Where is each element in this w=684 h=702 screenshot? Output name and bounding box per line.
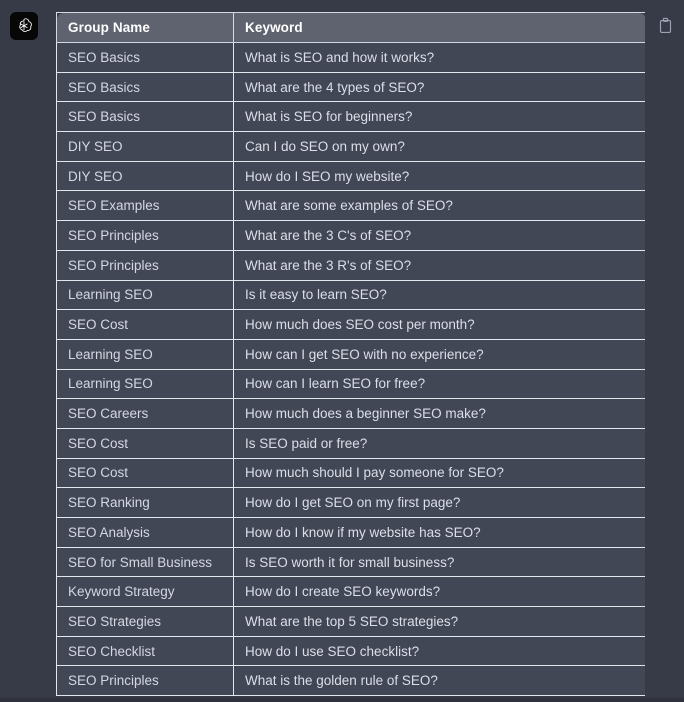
table-row: SEO Cost How much does SEO cost per month… — [56, 309, 645, 340]
cell-group-name: Learning SEO — [56, 279, 234, 311]
cell-keyword: How do I know if my website has SEO? — [233, 517, 645, 548]
table-row: SEO Basics What are the 4 types of SEO? — [56, 71, 645, 103]
table-row: SEO Cost Is SEO paid or free? — [56, 427, 645, 459]
cell-group-name: DIY SEO — [56, 160, 234, 192]
cell-keyword: How do I SEO my website? — [233, 160, 645, 192]
cell-keyword: How can I get SEO with no experience? — [233, 338, 645, 370]
cell-group-name: SEO Examples — [56, 190, 234, 222]
table-row: DIY SEO Can I do SEO on my own? — [56, 131, 645, 162]
keyword-table-scroll-area[interactable]: Group Name Keyword SEO Basics What is SEO… — [56, 12, 645, 702]
cell-group-name: SEO for Small Business — [56, 546, 234, 578]
column-header-group-name[interactable]: Group Name — [56, 12, 234, 43]
cell-keyword: What are some examples of SEO? — [233, 190, 645, 222]
table-row: Keyword Strategy How do I create SEO keyw… — [56, 576, 645, 608]
cell-keyword: What are the top 5 SEO strategies? — [233, 606, 645, 637]
cell-group-name: SEO Strategies — [56, 606, 234, 637]
cell-group-name: SEO Principles — [56, 665, 234, 697]
cell-group-name: Learning SEO — [56, 368, 234, 400]
table-row: Learning SEO How can I get SEO with no ex… — [56, 338, 645, 370]
table-row: SEO Cost How much should I pay someone fo… — [56, 457, 645, 489]
table-row: SEO Checklist How do I use SEO checklist? — [56, 635, 645, 667]
table-row: SEO Strategies What are the top 5 SEO str… — [56, 606, 645, 637]
cell-group-name: DIY SEO — [56, 131, 234, 162]
cell-group-name: SEO Basics — [56, 101, 234, 133]
cell-keyword: Can I do SEO on my own? — [233, 131, 645, 162]
viewport-bottom-edge — [0, 698, 684, 702]
cell-keyword: How much should I pay someone for SEO? — [233, 457, 645, 489]
cell-keyword: What is SEO and how it works? — [233, 42, 645, 73]
cell-group-name: SEO Cost — [56, 457, 234, 489]
table-header: Group Name Keyword — [56, 12, 645, 43]
column-header-keyword[interactable]: Keyword — [233, 12, 645, 43]
cell-keyword: Is it easy to learn SEO? — [233, 279, 645, 311]
cell-keyword: Is SEO worth it for small business? — [233, 546, 645, 578]
chat-message-container: Group Name Keyword SEO Basics What is SEO… — [0, 0, 684, 702]
cell-group-name: SEO Checklist — [56, 635, 234, 667]
cell-keyword: How can I learn SEO for free? — [233, 368, 645, 400]
table-header-row: Group Name Keyword — [56, 12, 645, 43]
table-row: SEO Principles What are the 3 R's of SEO? — [56, 249, 645, 281]
openai-logo-icon — [10, 12, 38, 40]
table-body: SEO Basics What is SEO and how it works? S… — [56, 42, 645, 697]
table-row: SEO Analysis How do I know if my website … — [56, 517, 645, 548]
cell-group-name: SEO Principles — [56, 220, 234, 251]
table-row: SEO Basics What is SEO and how it works? — [56, 42, 645, 73]
cell-keyword: What is SEO for beginners? — [233, 101, 645, 133]
cell-keyword: What are the 3 R's of SEO? — [233, 249, 645, 281]
cell-group-name: SEO Basics — [56, 42, 234, 73]
cell-group-name: SEO Principles — [56, 249, 234, 281]
cell-keyword: How much does SEO cost per month? — [233, 309, 645, 340]
cell-group-name: SEO Cost — [56, 309, 234, 340]
cell-keyword: How do I create SEO keywords? — [233, 576, 645, 608]
table-row: SEO Ranking How do I get SEO on my first … — [56, 487, 645, 518]
table-row: DIY SEO How do I SEO my website? — [56, 160, 645, 192]
table-row: SEO for Small Business Is SEO worth it fo… — [56, 546, 645, 578]
cell-keyword: How do I use SEO checklist? — [233, 635, 645, 667]
table-row: Learning SEO How can I learn SEO for free… — [56, 368, 645, 400]
table-row: Learning SEO Is it easy to learn SEO? — [56, 279, 645, 311]
cell-group-name: Learning SEO — [56, 338, 234, 370]
cell-group-name: SEO Basics — [56, 71, 234, 103]
cell-keyword: What are the 3 C's of SEO? — [233, 220, 645, 251]
cell-keyword: What is the golden rule of SEO? — [233, 665, 645, 697]
cell-keyword: How much does a beginner SEO make? — [233, 398, 645, 429]
clipboard-copy-icon — [659, 17, 671, 33]
keyword-table: Group Name Keyword SEO Basics What is SEO… — [56, 12, 645, 697]
table-row: SEO Careers How much does a beginner SEO … — [56, 398, 645, 429]
table-row: SEO Principles What is the golden rule of… — [56, 665, 645, 697]
cell-keyword: Is SEO paid or free? — [233, 427, 645, 459]
cell-group-name: SEO Cost — [56, 427, 234, 459]
cell-group-name: SEO Analysis — [56, 517, 234, 548]
copy-table-button[interactable] — [654, 13, 676, 37]
cell-keyword: How do I get SEO on my first page? — [233, 487, 645, 518]
table-row: SEO Examples What are some examples of SE… — [56, 190, 645, 222]
cell-group-name: SEO Careers — [56, 398, 234, 429]
cell-keyword: What are the 4 types of SEO? — [233, 71, 645, 103]
table-row: SEO Principles What are the 3 C's of SEO? — [56, 220, 645, 251]
cell-group-name: Keyword Strategy — [56, 576, 234, 608]
cell-group-name: SEO Ranking — [56, 487, 234, 518]
table-row: SEO Basics What is SEO for beginners? — [56, 101, 645, 133]
